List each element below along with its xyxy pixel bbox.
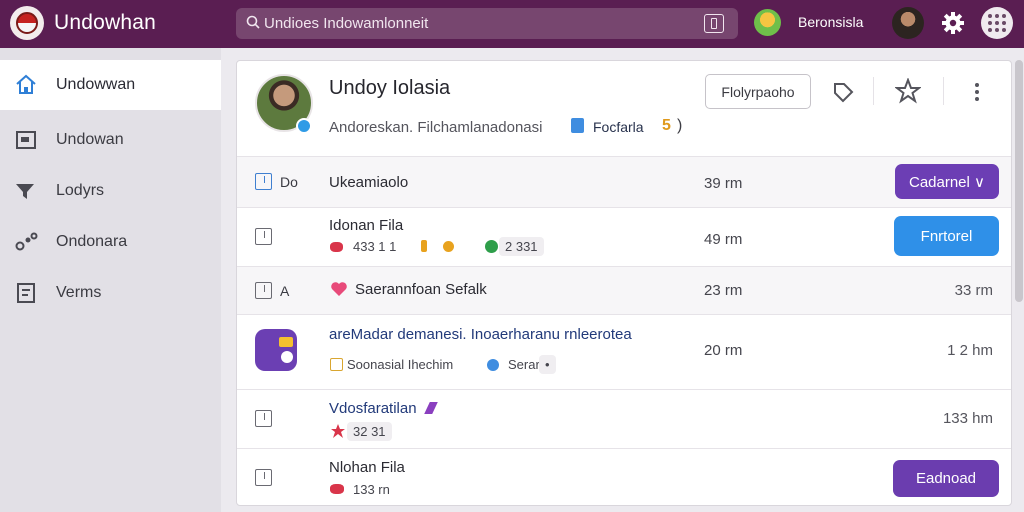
row-time-secondary: 33 rm	[954, 282, 993, 299]
table-row[interactable]: A Saerannfoan Sefalk 23 rm 33 rm	[237, 266, 1011, 314]
sidebar-item-label: Undowan	[56, 131, 124, 148]
row-download-button[interactable]: Eadnoad	[893, 460, 999, 497]
sidebar-item-share[interactable]: Ondonara	[0, 217, 221, 267]
row-title: Vdosfaratilan	[329, 400, 417, 417]
header-divider	[943, 77, 944, 105]
row-check-label: Do	[280, 174, 298, 190]
table-row[interactable]: Nlohan Fila 133 rn Eadnoad	[237, 448, 1011, 505]
home-icon	[16, 74, 36, 94]
table-row[interactable]: Do Ukeamiaolo 39 rm Cadarnel ∨	[237, 156, 1011, 207]
app-title: Undowhan	[54, 11, 157, 34]
table-row[interactable]: Vdosfaratilan 32 31 133 hm	[237, 389, 1011, 448]
row-checkbox[interactable]	[255, 410, 272, 427]
row-stat: 433 1 1	[353, 239, 397, 254]
sidebar-item-label: Undowwan	[56, 76, 136, 93]
bar-icon	[421, 240, 427, 252]
search-icon	[246, 15, 260, 29]
sidebar: Undowwan Undowan Lodyrs Ondonara Verms	[0, 48, 221, 512]
row-checkbox[interactable]	[255, 228, 272, 245]
row-time-secondary: 133 hm	[942, 410, 993, 427]
row-action-button[interactable]: Fnrtorel	[894, 216, 999, 256]
status-dot-icon	[443, 241, 454, 252]
heart-icon	[330, 242, 343, 252]
heart-icon	[331, 282, 347, 296]
row-title: Idonan Fila	[329, 217, 404, 234]
inbox-icon	[16, 131, 36, 149]
check-circle-icon	[485, 240, 498, 253]
star-icon[interactable]	[895, 78, 921, 104]
row-stat: 32 31	[347, 422, 392, 441]
profile-photo[interactable]	[892, 7, 924, 39]
folder-icon	[330, 358, 343, 371]
card-count: 5	[662, 117, 671, 134]
tag-badge-icon	[571, 118, 584, 133]
apps-grid-icon[interactable]	[981, 7, 1013, 39]
row-title: Nlohan Fila	[329, 459, 405, 476]
sidebar-item-label: Lodyrs	[56, 182, 105, 199]
keyboard-shortcut-icon[interactable]	[704, 14, 724, 33]
row-checkbox[interactable]	[255, 173, 272, 190]
row-check-label: A	[280, 283, 290, 299]
row-time: 23 rm	[704, 282, 743, 299]
user-name[interactable]: Beronsisla	[798, 14, 863, 30]
scrollbar[interactable]	[1015, 60, 1023, 302]
verified-badge-icon	[296, 118, 312, 134]
gear-icon[interactable]	[940, 10, 966, 36]
row-title: Ukeamiaolo	[329, 174, 409, 191]
row-time: 20 rm	[704, 342, 743, 359]
row-checkbox[interactable]	[255, 469, 272, 486]
row-stat: 133 rn	[353, 482, 390, 497]
row-title: areMadar demanesi. Inoaerharanu rnleerot…	[329, 326, 632, 343]
search-input[interactable]	[264, 12, 694, 34]
card-header: Undoy Iolasia Andoreskan. Filchamlanadon…	[237, 61, 1011, 156]
sidebar-item-document[interactable]: Verms	[0, 268, 221, 318]
app-icon	[255, 329, 297, 371]
table-row[interactable]: Idonan Fila 433 1 1 2 331 49 rm Fnrtorel	[237, 207, 1011, 266]
app-logo[interactable]	[10, 6, 44, 40]
row-tag-suffix: •	[539, 355, 556, 374]
share-icon	[15, 232, 38, 251]
sidebar-item-filter[interactable]: Lodyrs	[0, 166, 221, 216]
row-title: Saerannfoan Sefalk	[355, 281, 487, 298]
card-tag[interactable]: Focfarla	[593, 119, 644, 135]
card-title: Undoy Iolasia	[329, 77, 451, 99]
lightning-icon	[424, 402, 438, 414]
sidebar-item-label: Ondonara	[56, 233, 128, 250]
more-options-icon[interactable]	[967, 80, 987, 104]
user-avatar[interactable]	[754, 9, 781, 36]
row-stat: 2 331	[499, 237, 544, 256]
heart-icon	[330, 484, 344, 494]
row-subtitle: Soonasial Ihechim	[347, 357, 454, 372]
sidebar-item-home[interactable]: Undowwan	[0, 60, 221, 110]
label-tag-icon[interactable]	[831, 80, 855, 104]
sidebar-item-label: Verms	[56, 284, 102, 301]
search-bar[interactable]	[236, 8, 738, 39]
filter-icon	[16, 184, 34, 199]
card-count-suffix: )	[677, 117, 683, 134]
card-subtitle: Andoreskan. Filchamlanadonasi	[329, 119, 543, 136]
row-checkbox[interactable]	[255, 282, 272, 299]
header-divider	[873, 77, 874, 105]
card-action-button[interactable]: Flolyrpaoho	[705, 74, 811, 109]
top-bar: Undowhan Beronsisla	[0, 0, 1024, 48]
row-time-secondary: 1 2 hm	[947, 342, 993, 359]
content-card: Undoy Iolasia Andoreskan. Filchamlanadon…	[236, 60, 1012, 506]
row-dropdown-button[interactable]: Cadarnel ∨	[895, 164, 999, 199]
drop-icon	[487, 359, 499, 371]
table-row[interactable]: areMadar demanesi. Inoaerharanu rnleerot…	[237, 314, 1011, 389]
sidebar-item-inbox[interactable]: Undowan	[0, 115, 221, 165]
row-time: 49 rm	[704, 231, 743, 248]
logo-emblem-icon	[16, 12, 38, 34]
star-burst-icon	[331, 424, 345, 438]
document-icon	[17, 283, 35, 303]
row-time: 39 rm	[704, 175, 743, 192]
